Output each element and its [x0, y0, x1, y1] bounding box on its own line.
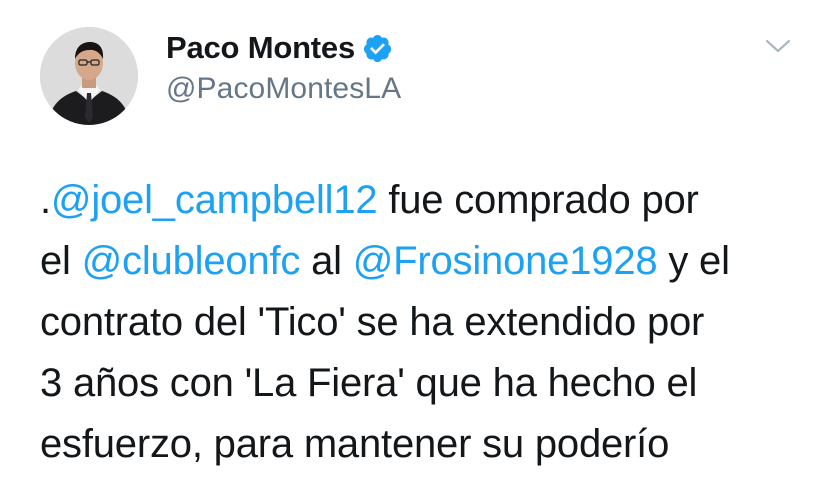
tweet-line-2: el @clubleonfc al @Frosinone1928 y el: [40, 231, 810, 292]
mention-link-frosinone[interactable]: @Frosinone1928: [353, 239, 658, 283]
mention-link-clubleonfc[interactable]: @clubleonfc: [82, 239, 301, 283]
tweet-card: Paco Montes @PacoMontesLA .@joel_campbel…: [0, 0, 828, 494]
text-segment: el: [40, 239, 82, 283]
tweet-line-5: esfuerzo, para mantener su poderío: [40, 422, 670, 466]
tweet-line-4: 3 años con 'La Fiera' que ha hecho el: [40, 361, 698, 405]
avatar[interactable]: [40, 27, 138, 125]
mention-link-joel-campbell[interactable]: @joel_campbell12: [51, 178, 378, 222]
tweet-text: .@joel_campbell12 fue comprado por el @c…: [40, 170, 810, 475]
user-handle[interactable]: @PacoMontesLA: [166, 72, 401, 106]
text-segment: y el: [657, 239, 730, 283]
text-segment: fue comprado por: [377, 178, 699, 222]
chevron-down-icon[interactable]: [762, 34, 794, 58]
text-segment: al: [300, 239, 353, 283]
tweet-line-1: .@joel_campbell12 fue comprado por: [40, 170, 810, 231]
display-name[interactable]: Paco Montes: [166, 30, 355, 66]
verified-badge-icon: [362, 33, 393, 64]
name-row: Paco Montes: [166, 28, 393, 68]
tweet-line-3: contrato del 'Tico' se ha extendido por: [40, 300, 705, 344]
text-segment: .: [40, 178, 51, 222]
avatar-photo: [40, 27, 138, 125]
